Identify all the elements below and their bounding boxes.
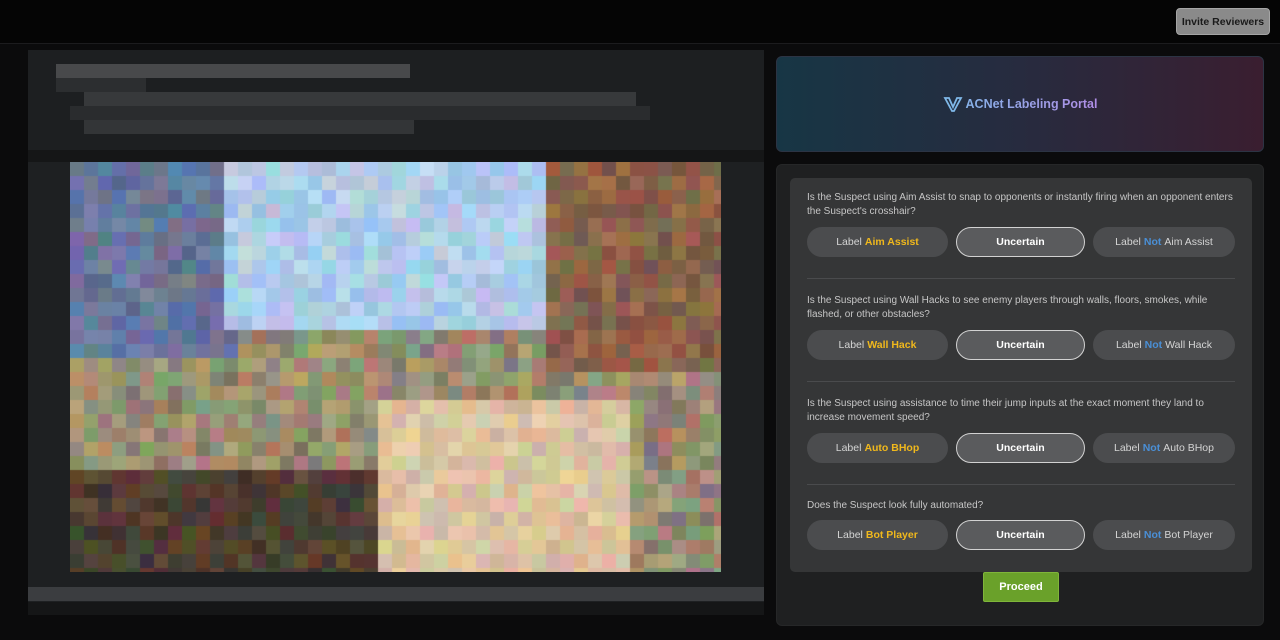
- label-aim-assist-button[interactable]: Label Aim Assist: [807, 227, 948, 257]
- answer-row: Label Auto BHop Uncertain Label Not Auto BH…: [807, 433, 1235, 463]
- portal-title-text: ACNet Labeling Portal: [965, 97, 1098, 111]
- v-shield-icon: [943, 97, 963, 112]
- labeling-form-panel: Is the Suspect using Aim Assist to snap …: [776, 164, 1264, 626]
- label-bot-player-button[interactable]: Label Bot Player: [807, 520, 948, 550]
- invite-reviewers-button[interactable]: Invite Reviewers: [1176, 8, 1270, 35]
- label-not-auto-bhop-button[interactable]: Label Not Auto BHop: [1093, 433, 1235, 463]
- portal-title: ACNet Labeling Portal: [943, 95, 1098, 113]
- top-bar: Invite Reviewers: [0, 0, 1280, 44]
- label-auto-bhop-button[interactable]: Label Auto BHop: [807, 433, 948, 463]
- question-text: Does the Suspect look fully automated?: [807, 500, 984, 511]
- question-wall-hack: Is the Suspect using Wall Hacks to see e…: [807, 294, 1235, 360]
- label-not-aim-assist-button[interactable]: Label Not Aim Assist: [1093, 227, 1235, 257]
- obscured-header: [28, 50, 764, 150]
- label-not-wall-hack-button[interactable]: Label Not Wall Hack: [1093, 330, 1235, 360]
- portal-banner: ACNet Labeling Portal: [776, 56, 1264, 152]
- divider: [807, 484, 1235, 485]
- answer-row: Label Bot Player Uncertain Label Not Bot Pl…: [807, 520, 1235, 550]
- divider: [807, 278, 1235, 279]
- pixelated-video-frame: [70, 162, 721, 572]
- question-text: Is the Suspect using assistance to time …: [807, 398, 1204, 423]
- uncertain-button[interactable]: Uncertain: [956, 520, 1085, 550]
- answer-row: Label Aim Assist Uncertain Label Not Aim As…: [807, 227, 1235, 257]
- label-wall-hack-button[interactable]: Label Wall Hack: [807, 330, 948, 360]
- obscured-video[interactable]: [28, 162, 764, 602]
- questions-card: Is the Suspect using Aim Assist to snap …: [790, 178, 1252, 572]
- divider: [807, 381, 1235, 382]
- answer-row: Label Wall Hack Uncertain Label Not Wall Ha…: [807, 330, 1235, 360]
- uncertain-button[interactable]: Uncertain: [956, 433, 1085, 463]
- label-not-bot-player-button[interactable]: Label Not Bot Player: [1093, 520, 1235, 550]
- question-text: Is the Suspect using Aim Assist to snap …: [807, 192, 1233, 217]
- question-text: Is the Suspect using Wall Hacks to see e…: [807, 295, 1208, 320]
- uncertain-button[interactable]: Uncertain: [956, 227, 1085, 257]
- proceed-button[interactable]: Proceed: [983, 572, 1059, 602]
- video-progress-strip[interactable]: [28, 587, 764, 601]
- question-aim-assist: Is the Suspect using Aim Assist to snap …: [807, 191, 1235, 257]
- uncertain-button[interactable]: Uncertain: [956, 330, 1085, 360]
- question-bot-player: Does the Suspect look fully automated? L…: [807, 499, 1235, 550]
- media-panel: [28, 50, 764, 615]
- question-auto-bhop: Is the Suspect using assistance to time …: [807, 397, 1235, 463]
